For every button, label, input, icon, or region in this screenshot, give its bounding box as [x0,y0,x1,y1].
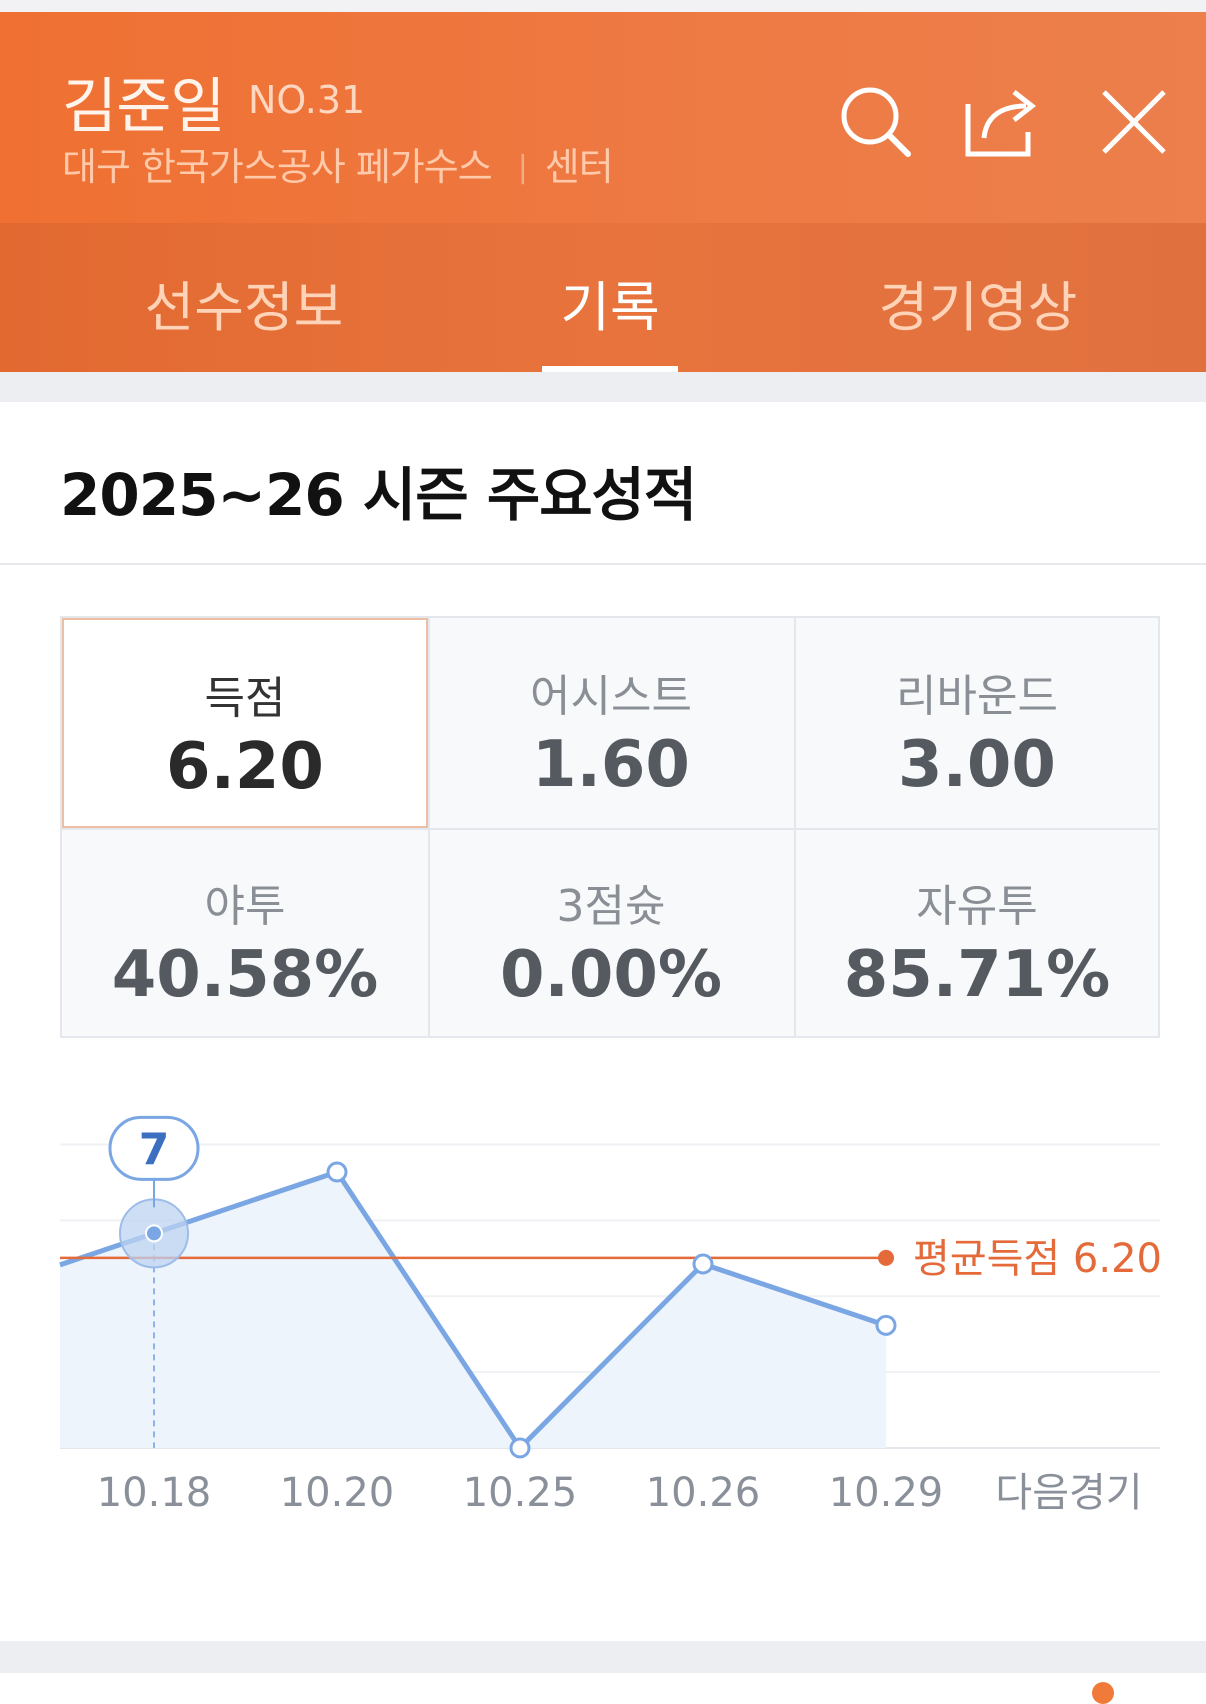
x-tick-label: 10.26 [646,1470,761,1516]
stat-label: 어시스트 [530,671,692,722]
search-icon[interactable] [836,82,916,162]
stat-three-point[interactable]: 3점슛 0.00% [428,828,794,1038]
stat-points[interactable]: 득점 6.20 [62,618,428,828]
data-point [145,1224,163,1243]
close-icon[interactable] [1092,82,1172,162]
status-strip [0,0,1206,12]
average-label: 평균득점 6.20 [913,1236,1162,1282]
stat-field-goal[interactable]: 야투 40.58% [62,828,428,1038]
data-point [875,1314,897,1336]
stat-value: 1.60 [532,728,690,802]
x-tick-label: 10.20 [280,1470,395,1516]
data-point [326,1161,348,1183]
player-header: 김준일 NO.31 대구 한국가스공사 페가수스 | 센터 [0,12,1206,223]
tooltip-value: 7 [139,1124,170,1175]
section-divider [0,563,1206,565]
data-point [509,1437,531,1459]
player-number: NO.31 [248,78,366,122]
stat-label: 야투 [204,881,286,932]
x-tick-label: 10.25 [463,1470,578,1516]
stat-label: 리바운드 [896,671,1058,722]
stat-value: 85.71% [843,938,1111,1012]
tab-records[interactable]: 기록 [460,263,760,342]
team-name: 대구 한국가스공사 페가수스 [62,145,493,189]
tab-game-videos[interactable]: 경기영상 [828,263,1128,342]
stats-grid: 득점 6.20 어시스트 1.60 리바운드 3.00 야투 40.58% 3점… [60,616,1160,1038]
points-chart: 평균득점 6.20 7 10.18 10.20 10.25 10.26 10.29 다음경기 [59,1115,1162,1516]
average-line-dot [878,1249,894,1266]
player-name: 김준일 [62,72,226,142]
stat-label: 자유투 [916,881,1038,932]
share-icon[interactable] [962,82,1042,162]
stat-value: 0.00% [499,938,723,1012]
season-title: 2025~26 시즌 주요성적 [60,461,697,529]
stat-label: 3점슛 [556,881,666,932]
data-point [692,1253,714,1275]
x-tick-label: 10.18 [97,1470,212,1516]
indicator-dot [1092,1682,1114,1704]
tab-bar: 선수정보 기록 경기영상 [0,223,1206,372]
series-area [60,1172,886,1448]
stat-value: 6.20 [166,730,324,804]
section-gap [0,1641,1206,1673]
tab-player-info[interactable]: 선수정보 [94,263,394,342]
x-tick-label: 10.29 [829,1470,944,1516]
stat-assists[interactable]: 어시스트 1.60 [428,618,794,828]
player-position: 센터 [544,145,614,189]
stat-value: 3.00 [898,728,1056,802]
x-tick-label: 다음경기 [995,1470,1142,1516]
separator: | [517,150,528,185]
section-gap [0,372,1206,402]
stat-value: 40.58% [111,938,379,1012]
stat-label: 득점 [204,673,286,724]
stat-free-throw[interactable]: 자유투 85.71% [794,828,1160,1038]
stat-rebounds[interactable]: 리바운드 3.00 [794,618,1160,828]
player-team-line: 대구 한국가스공사 페가수스 | 센터 [62,136,614,191]
